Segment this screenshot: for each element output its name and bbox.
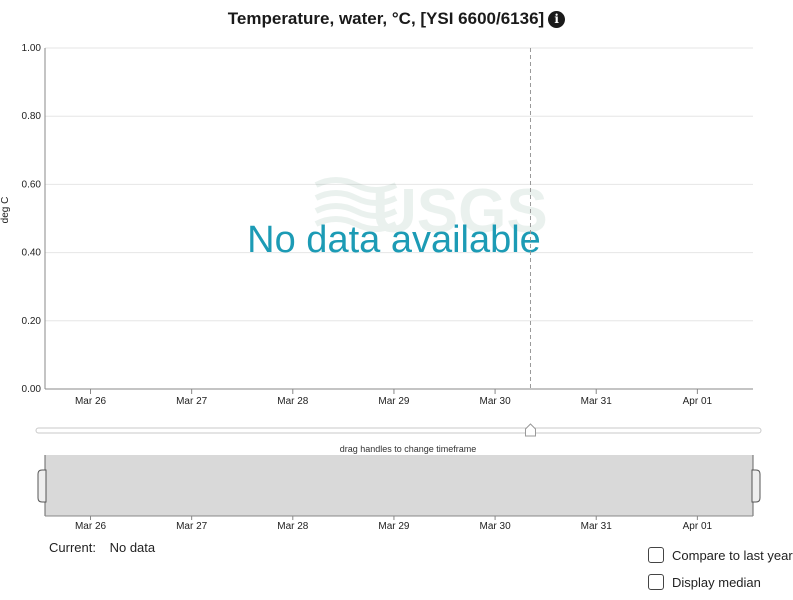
brush-x-tick-label: Mar 29 [378, 521, 410, 532]
brush-selection[interactable] [45, 455, 753, 516]
brush-x-tick-label: Apr 01 [683, 521, 713, 532]
display-median-label: Display median [672, 574, 761, 590]
brush-x-tick-label: Mar 26 [75, 521, 107, 532]
current-value: No data [109, 540, 156, 555]
brush-x-axis: Mar 26 Mar 27 Mar 28 Mar 29 Mar 30 Mar 31 Apr … [75, 516, 713, 532]
brush-handle-left[interactable] [37, 469, 47, 503]
brush-x-tick-label: Mar 28 [277, 521, 309, 532]
current-readout: Current: No data [49, 540, 155, 555]
current-label: Current: [49, 540, 96, 555]
compare-last-year-label: Compare to last year [672, 547, 793, 563]
brush-x-tick-label: Mar 30 [480, 521, 512, 532]
brush-x-tick-label: Mar 31 [581, 521, 613, 532]
display-median-option[interactable]: Display median [648, 574, 761, 590]
brush-handle-right[interactable] [751, 469, 761, 503]
brush-x-tick-label: Mar 27 [176, 521, 208, 532]
compare-last-year-option[interactable]: Compare to last year [648, 547, 793, 563]
compare-last-year-checkbox[interactable] [648, 547, 664, 563]
display-median-checkbox[interactable] [648, 574, 664, 590]
brush-chart: Mar 26 Mar 27 Mar 28 Mar 29 Mar 30 Mar 31 Apr … [37, 455, 761, 532]
